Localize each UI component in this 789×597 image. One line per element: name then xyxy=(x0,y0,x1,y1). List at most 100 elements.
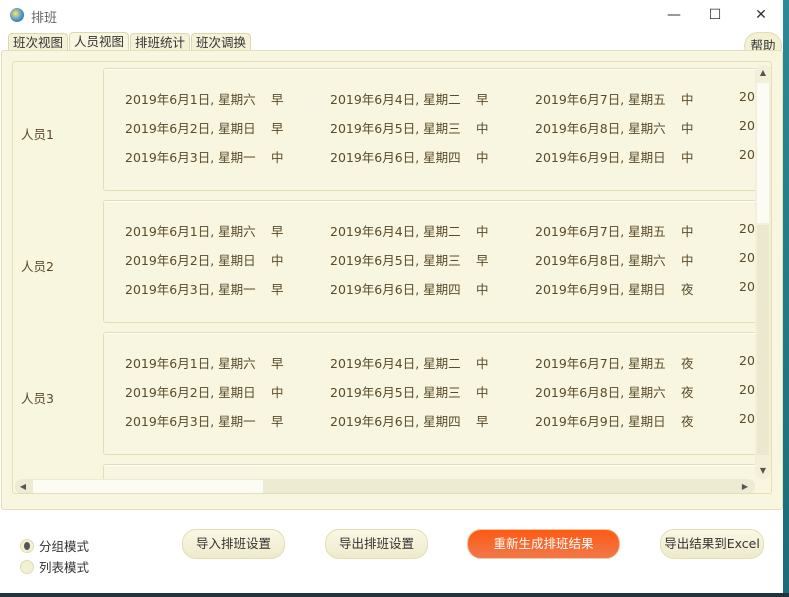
date-cell: 2019年6月3日, 星期一 xyxy=(125,282,256,297)
date-cell-clipped: 20 xyxy=(739,221,755,236)
shift-cell: 夜 xyxy=(681,414,694,429)
radio-unchecked-icon[interactable] xyxy=(20,559,34,574)
person-label: 人员3 xyxy=(21,391,54,406)
date-cell: 2019年6月5日, 星期三 xyxy=(330,385,461,400)
shift-cell: 早 xyxy=(271,224,284,239)
radio-checked-icon[interactable] xyxy=(20,538,34,553)
date-cell: 2019年6月2日, 星期日 xyxy=(125,121,256,136)
shift-cell: 中 xyxy=(681,224,694,239)
shift-cell: 中 xyxy=(271,150,284,165)
date-cell-clipped: 20 xyxy=(739,118,755,133)
shift-cell: 中 xyxy=(476,356,489,371)
person-label: 人员1 xyxy=(21,127,54,142)
date-cell-clipped: 20 xyxy=(739,353,755,368)
person-schedule-group: 2019年6月1日, 星期六早 2019年6月2日, 星期日中 2019年6月3日,… xyxy=(103,332,771,455)
horizontal-scroll-thumb[interactable] xyxy=(33,480,263,493)
shift-cell: 早 xyxy=(476,253,489,268)
date-cell-clipped: 20 xyxy=(739,250,755,265)
date-cell: 2019年6月6日, 星期四 xyxy=(330,282,461,297)
regenerate-button[interactable]: 重新生成排班结果 xyxy=(467,529,620,559)
shift-cell: 中 xyxy=(681,121,694,136)
tab-shift-view[interactable]: 班次视图 xyxy=(8,33,69,50)
shift-cell: 早 xyxy=(271,92,284,107)
shift-cell: 中 xyxy=(271,253,284,268)
window-title: 排班 xyxy=(31,11,58,26)
shift-cell: 中 xyxy=(271,385,284,400)
shift-cell: 中 xyxy=(476,224,489,239)
vertical-scroll-thumb[interactable] xyxy=(757,83,769,223)
import-settings-button[interactable]: 导入排班设置 xyxy=(182,529,285,559)
date-cell: 2019年6月7日, 星期五 xyxy=(535,224,666,239)
shift-cell: 早 xyxy=(476,92,489,107)
app-icon xyxy=(10,8,24,22)
shift-cell: 早 xyxy=(271,356,284,371)
date-cell: 2019年6月3日, 星期一 xyxy=(125,414,256,429)
shift-cell: 中 xyxy=(681,253,694,268)
shift-cell: 早 xyxy=(476,414,489,429)
person-schedule-group: 2019年6月1日, 星期六早 2019年6月2日, 星期日中 2019年6月3日,… xyxy=(103,200,771,323)
export-excel-button[interactable]: 导出结果到Excel xyxy=(660,529,764,559)
app-window: 排班 — ☐ ✕ 班次视图 人员视图 排班统计 班次调换 帮助 2019年6月1… xyxy=(0,0,783,593)
shift-cell: 早 xyxy=(271,414,284,429)
date-cell: 2019年6月8日, 星期六 xyxy=(535,253,666,268)
date-cell: 2019年6月4日, 星期二 xyxy=(330,92,461,107)
tab-schedule-stats[interactable]: 排班统计 xyxy=(130,33,191,50)
scroll-right-icon[interactable]: ▶ xyxy=(737,482,753,491)
radio-label: 分组模式 xyxy=(39,539,90,554)
shift-cell: 夜 xyxy=(681,282,694,297)
date-cell: 2019年6月3日, 星期一 xyxy=(125,150,256,165)
shift-cell: 中 xyxy=(681,92,694,107)
date-cell: 2019年6月7日, 星期五 xyxy=(535,92,666,107)
scroll-up-icon[interactable]: ▲ xyxy=(755,68,771,77)
scroll-left-icon[interactable]: ◀ xyxy=(15,482,31,491)
date-cell: 2019年6月1日, 星期六 xyxy=(125,356,256,371)
shift-cell: 夜 xyxy=(681,356,694,371)
shift-cell: 中 xyxy=(681,150,694,165)
date-cell: 2019年6月5日, 星期三 xyxy=(330,253,461,268)
tab-shift-swap[interactable]: 班次调换 xyxy=(191,33,252,50)
date-cell: 2019年6月2日, 星期日 xyxy=(125,253,256,268)
shift-cell: 中 xyxy=(476,150,489,165)
schedule-scroll-area: 2019年6月1日, 星期六早 2019年6月2日, 星期日中 2019年6月3日,… xyxy=(12,61,772,494)
person-schedule-group: 2019年6月1日, 星期六早 2019年6月2日, 星期日早 2019年6月3日,… xyxy=(103,68,771,191)
maximize-button[interactable]: ☐ xyxy=(700,4,730,26)
shift-cell: 夜 xyxy=(681,385,694,400)
date-cell: 2019年6月5日, 星期三 xyxy=(330,121,461,136)
export-settings-button[interactable]: 导出排班设置 xyxy=(325,529,428,559)
scroll-down-icon[interactable]: ▼ xyxy=(755,466,771,475)
minimize-button[interactable]: — xyxy=(659,4,689,26)
date-cell: 2019年6月9日, 星期日 xyxy=(535,282,666,297)
person-view-panel: 2019年6月1日, 星期六早 2019年6月2日, 星期日中 2019年6月3日,… xyxy=(1,50,783,510)
radio-label: 列表模式 xyxy=(39,560,90,575)
radio-list-mode[interactable]: 列表模式 xyxy=(20,557,89,576)
date-cell: 2019年6月9日, 星期日 xyxy=(535,414,666,429)
date-cell-clipped: 20 xyxy=(739,147,755,162)
horizontal-scrollbar[interactable]: ◀ ▶ xyxy=(15,479,755,493)
date-cell: 2019年6月4日, 星期二 xyxy=(330,356,461,371)
radio-group-mode[interactable]: 分组模式 xyxy=(20,536,89,555)
date-cell-clipped: 20 xyxy=(739,89,755,104)
shift-cell: 中 xyxy=(476,282,489,297)
close-button[interactable]: ✕ xyxy=(746,4,776,26)
date-cell: 2019年6月6日, 星期四 xyxy=(330,414,461,429)
taskbar xyxy=(0,593,789,597)
desktop-background xyxy=(783,0,789,597)
date-cell: 2019年6月1日, 星期六 xyxy=(125,92,256,107)
date-cell: 2019年6月4日, 星期二 xyxy=(330,224,461,239)
tab-bar: 班次视图 人员视图 排班统计 班次调换 xyxy=(8,32,252,50)
tab-person-view[interactable]: 人员视图 xyxy=(69,32,130,50)
shift-cell: 中 xyxy=(476,385,489,400)
date-cell: 2019年6月7日, 星期五 xyxy=(535,356,666,371)
date-cell-clipped: 20 xyxy=(739,411,755,426)
shift-cell: 早 xyxy=(271,282,284,297)
date-cell: 2019年6月8日, 星期六 xyxy=(535,121,666,136)
date-cell: 2019年6月2日, 星期日 xyxy=(125,385,256,400)
date-cell: 2019年6月6日, 星期四 xyxy=(330,150,461,165)
date-cell: 2019年6月1日, 星期六 xyxy=(125,224,256,239)
vertical-scroll-track[interactable] xyxy=(757,225,769,455)
date-cell-clipped: 20 xyxy=(739,382,755,397)
date-cell: 2019年6月8日, 星期六 xyxy=(535,385,666,400)
shift-cell: 中 xyxy=(476,121,489,136)
person-label: 人员2 xyxy=(21,259,54,274)
vertical-scrollbar[interactable]: ▲ ▼ xyxy=(755,65,771,479)
